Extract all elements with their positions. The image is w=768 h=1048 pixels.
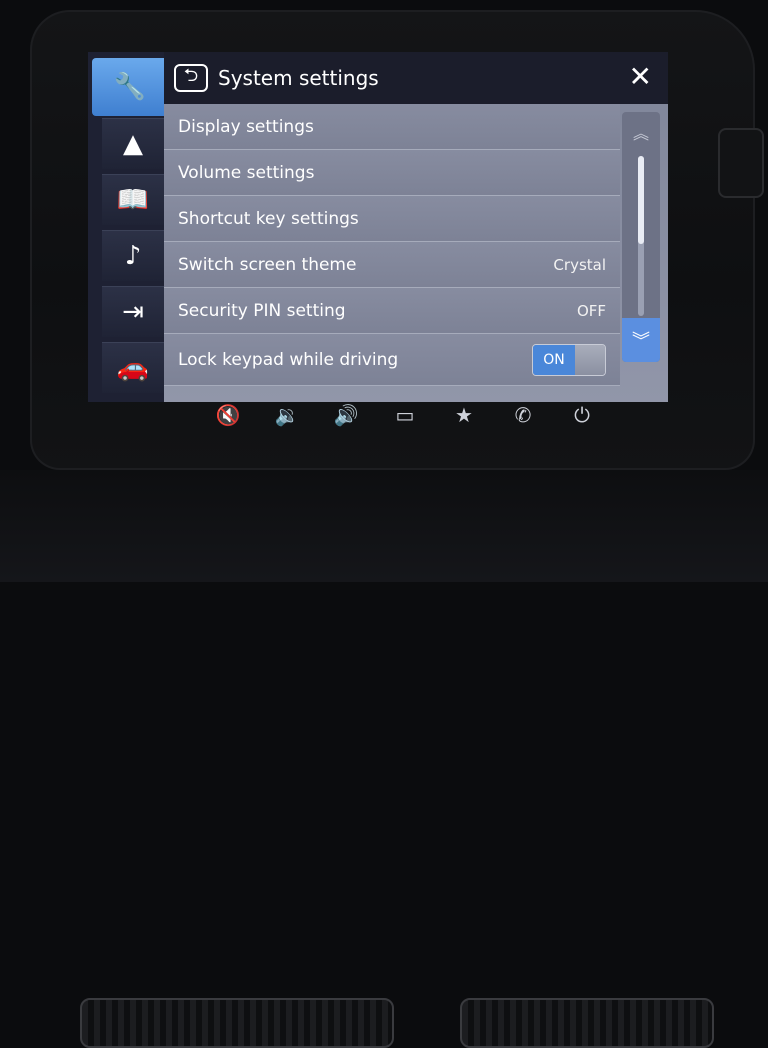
lock-keypad-toggle[interactable]: ON xyxy=(532,343,606,376)
setting-label: Volume settings xyxy=(178,162,315,183)
map-book-icon: 📖 xyxy=(116,185,150,215)
page-title: System settings xyxy=(218,66,379,90)
volume-up-icon[interactable]: 🔊 xyxy=(328,403,364,427)
setting-row-display[interactable]: Display settings xyxy=(164,104,620,150)
dashboard-lower xyxy=(0,470,768,1048)
scroll-up-button[interactable]: ︽ xyxy=(622,112,660,152)
sidebar-item-map[interactable]: 📖 xyxy=(102,174,164,225)
toggle-knob xyxy=(575,344,605,375)
sidebar-item-vehicle[interactable]: 🚗 xyxy=(102,342,164,393)
phone-icon[interactable]: ✆ xyxy=(505,403,541,427)
mute-icon[interactable]: 🔇 xyxy=(210,403,246,427)
car-icon: 🚗 xyxy=(116,353,150,383)
toggle-on-label: ON xyxy=(533,344,575,375)
setting-row-screen-theme[interactable]: Switch screen theme Crystal xyxy=(164,242,620,288)
double-chevron-down-icon: ︾ xyxy=(632,331,650,352)
setting-row-shortcut-key[interactable]: Shortcut key settings xyxy=(164,196,620,242)
settings-panel: ⮌ System settings ✕ Display settings Vol… xyxy=(164,52,668,402)
setting-label: Lock keypad while driving xyxy=(178,349,399,370)
navigation-arrow-icon: ▲ xyxy=(123,129,143,159)
theme-value: Crystal xyxy=(553,255,606,274)
star-icon[interactable]: ★ xyxy=(446,403,482,427)
sidebar: 🔧 ▲ 📖 ♪ ⇥ 🚗 xyxy=(88,52,168,402)
setting-row-lock-keypad[interactable]: Lock keypad while driving ON xyxy=(164,334,620,386)
screen-icon[interactable]: ▭ xyxy=(387,403,423,427)
scroll-thumb[interactable] xyxy=(638,156,644,244)
air-vent-right xyxy=(460,998,714,1048)
sidebar-item-navigation[interactable]: ▲ xyxy=(102,118,164,169)
setting-row-volume[interactable]: Volume settings xyxy=(164,150,620,196)
setting-label: Security PIN setting xyxy=(178,300,346,321)
double-chevron-up-icon: ︽ xyxy=(632,124,649,143)
sidebar-item-projection[interactable]: ⇥ xyxy=(102,286,164,337)
setting-label: Display settings xyxy=(178,116,314,137)
scrollbar[interactable]: ︽ ︾ xyxy=(622,112,660,362)
setting-label: Shortcut key settings xyxy=(178,208,359,229)
music-note-icon: ♪ xyxy=(124,241,142,271)
back-arrow-icon: ⮌ xyxy=(183,65,199,86)
power-icon[interactable]: ⏻ xyxy=(564,403,600,427)
setting-label: Switch screen theme xyxy=(178,254,357,275)
close-button[interactable]: ✕ xyxy=(629,62,652,92)
pin-value: OFF xyxy=(576,301,606,320)
hardware-keys: 🔇 🔉 🔊 ▭ ★ ✆ ⏻ xyxy=(210,395,600,435)
setting-row-security-pin[interactable]: Security PIN setting OFF xyxy=(164,288,620,334)
sidebar-item-music[interactable]: ♪ xyxy=(102,230,164,281)
volume-down-icon[interactable]: 🔉 xyxy=(269,403,305,427)
close-icon: ✕ xyxy=(628,60,652,93)
scroll-down-button[interactable]: ︾ xyxy=(622,318,660,362)
phone-projection-icon: ⇥ xyxy=(122,297,144,327)
sidebar-item-settings[interactable]: 🔧 xyxy=(92,58,168,116)
side-hardware-button[interactable] xyxy=(718,128,764,198)
back-button[interactable]: ⮌ xyxy=(174,64,208,92)
scroll-track[interactable] xyxy=(638,156,644,316)
air-vent-left xyxy=(80,998,394,1048)
header-bar: ⮌ System settings ✕ xyxy=(164,52,668,104)
infotainment-screen: 🔧 ▲ 📖 ♪ ⇥ 🚗 ⮌ System settings ✕ Display … xyxy=(88,52,668,402)
tools-icon: 🔧 xyxy=(113,72,147,102)
